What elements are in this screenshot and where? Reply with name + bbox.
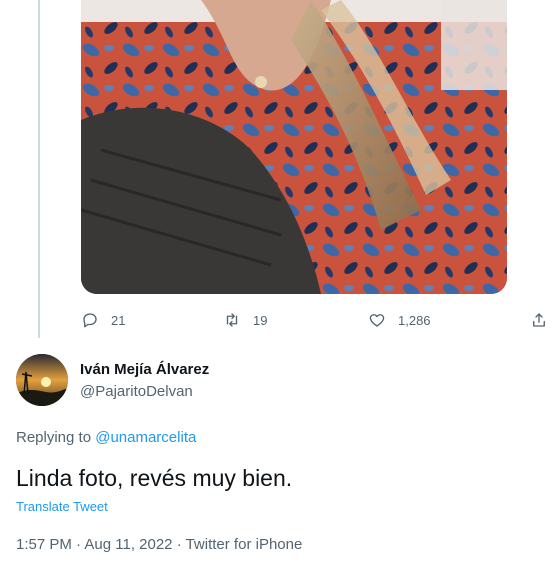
thread-line: [38, 0, 40, 338]
tweet-date[interactable]: Aug 11, 2022: [84, 536, 172, 553]
author-handle[interactable]: @PajaritoDelvan: [80, 383, 193, 400]
tweet-source: Twitter for iPhone: [185, 536, 303, 553]
author-name[interactable]: Iván Mejía Álvarez: [80, 361, 209, 378]
like-icon: [369, 314, 385, 327]
share-button[interactable]: [530, 306, 548, 334]
tweet-actions: 21 19 1,286: [81, 306, 560, 334]
tweet-photo[interactable]: [81, 0, 507, 294]
reply-count: 21: [111, 312, 126, 328]
retweet-count: 19: [253, 312, 268, 328]
meta-separator: ·: [71, 536, 85, 553]
avatar[interactable]: [16, 354, 68, 406]
avatar-image: [16, 354, 68, 406]
replying-to: Replying to @unamarcelita: [16, 429, 196, 446]
like-button[interactable]: 1,286: [368, 306, 431, 334]
share-icon: [533, 313, 545, 327]
retweet-button[interactable]: 19: [223, 306, 267, 334]
tweet-time[interactable]: 1:57 PM: [16, 536, 72, 553]
like-count: 1,286: [398, 312, 431, 328]
translate-tweet-link[interactable]: Translate Tweet: [16, 499, 108, 514]
reply-icon: [83, 313, 97, 328]
photo-image: [81, 0, 507, 294]
retweet-icon: [226, 313, 238, 327]
reply-text: Linda foto, revés muy bien.: [16, 465, 293, 491]
tweet-meta: 1:57 PM · Aug 11, 2022 · Twitter for iPh…: [16, 536, 302, 553]
replying-mention-link[interactable]: @unamarcelita: [95, 429, 196, 446]
reply-author: Iván Mejía Álvarez @PajaritoDelvan: [16, 354, 546, 410]
meta-separator-2: ·: [172, 536, 186, 553]
replying-prefix: Replying to: [16, 429, 96, 446]
reply-button[interactable]: 21: [81, 306, 125, 334]
